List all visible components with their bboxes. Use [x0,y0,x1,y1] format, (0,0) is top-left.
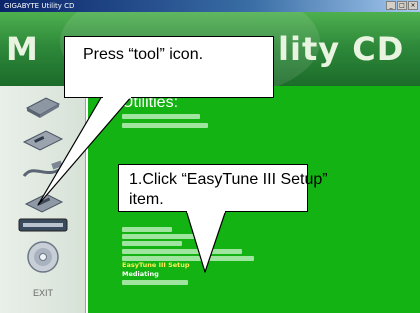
disk-icon[interactable] [22,128,64,152]
exit-button[interactable]: EXIT [18,288,68,298]
sidebar: EXIT [0,86,86,313]
menu-link-6[interactable] [122,249,242,254]
close-button[interactable]: × [408,1,418,10]
menu-link-5[interactable] [122,241,182,246]
tool-icon[interactable] [24,190,64,214]
window-titlebar: GIGABYTE Utility CD _ □ × [0,0,420,12]
maximize-button[interactable]: □ [397,1,407,10]
menu-link-2[interactable] [122,123,208,128]
callout-easytune-line2: item. [129,191,164,208]
drive-icon[interactable] [24,94,62,120]
minimize-button[interactable]: _ [386,1,396,10]
cable-icon[interactable] [22,158,66,184]
readme-icon[interactable] [18,218,68,232]
menu-link-3[interactable] [122,227,172,232]
callout-tool-text: Press “tool” icon. [83,46,204,63]
window-title: GIGABYTE Utility CD [4,2,75,10]
banner-text-left: M [6,30,39,68]
banner-text-right: lity CD [278,30,405,68]
cd-icon[interactable] [26,240,60,274]
callout-tool: Press “tool” icon. [64,36,274,98]
menu-link-4[interactable] [122,234,210,239]
menu-link-1[interactable] [122,114,200,119]
menu-link-8[interactable] [122,280,188,285]
callout-easytune: 1.Click “EasyTune III Setup” item. [118,164,328,212]
window-controls: _ □ × [386,1,418,10]
utility-cd-window: GIGABYTE Utility CD _ □ × M lity CD EXIT… [0,0,420,313]
menu-item-mediating[interactable]: Mediating [122,270,159,278]
menu-item-easytune[interactable]: EasyTune III Setup [122,261,190,269]
callout-easytune-line1: 1.Click “EasyTune III Setup” [129,171,328,188]
